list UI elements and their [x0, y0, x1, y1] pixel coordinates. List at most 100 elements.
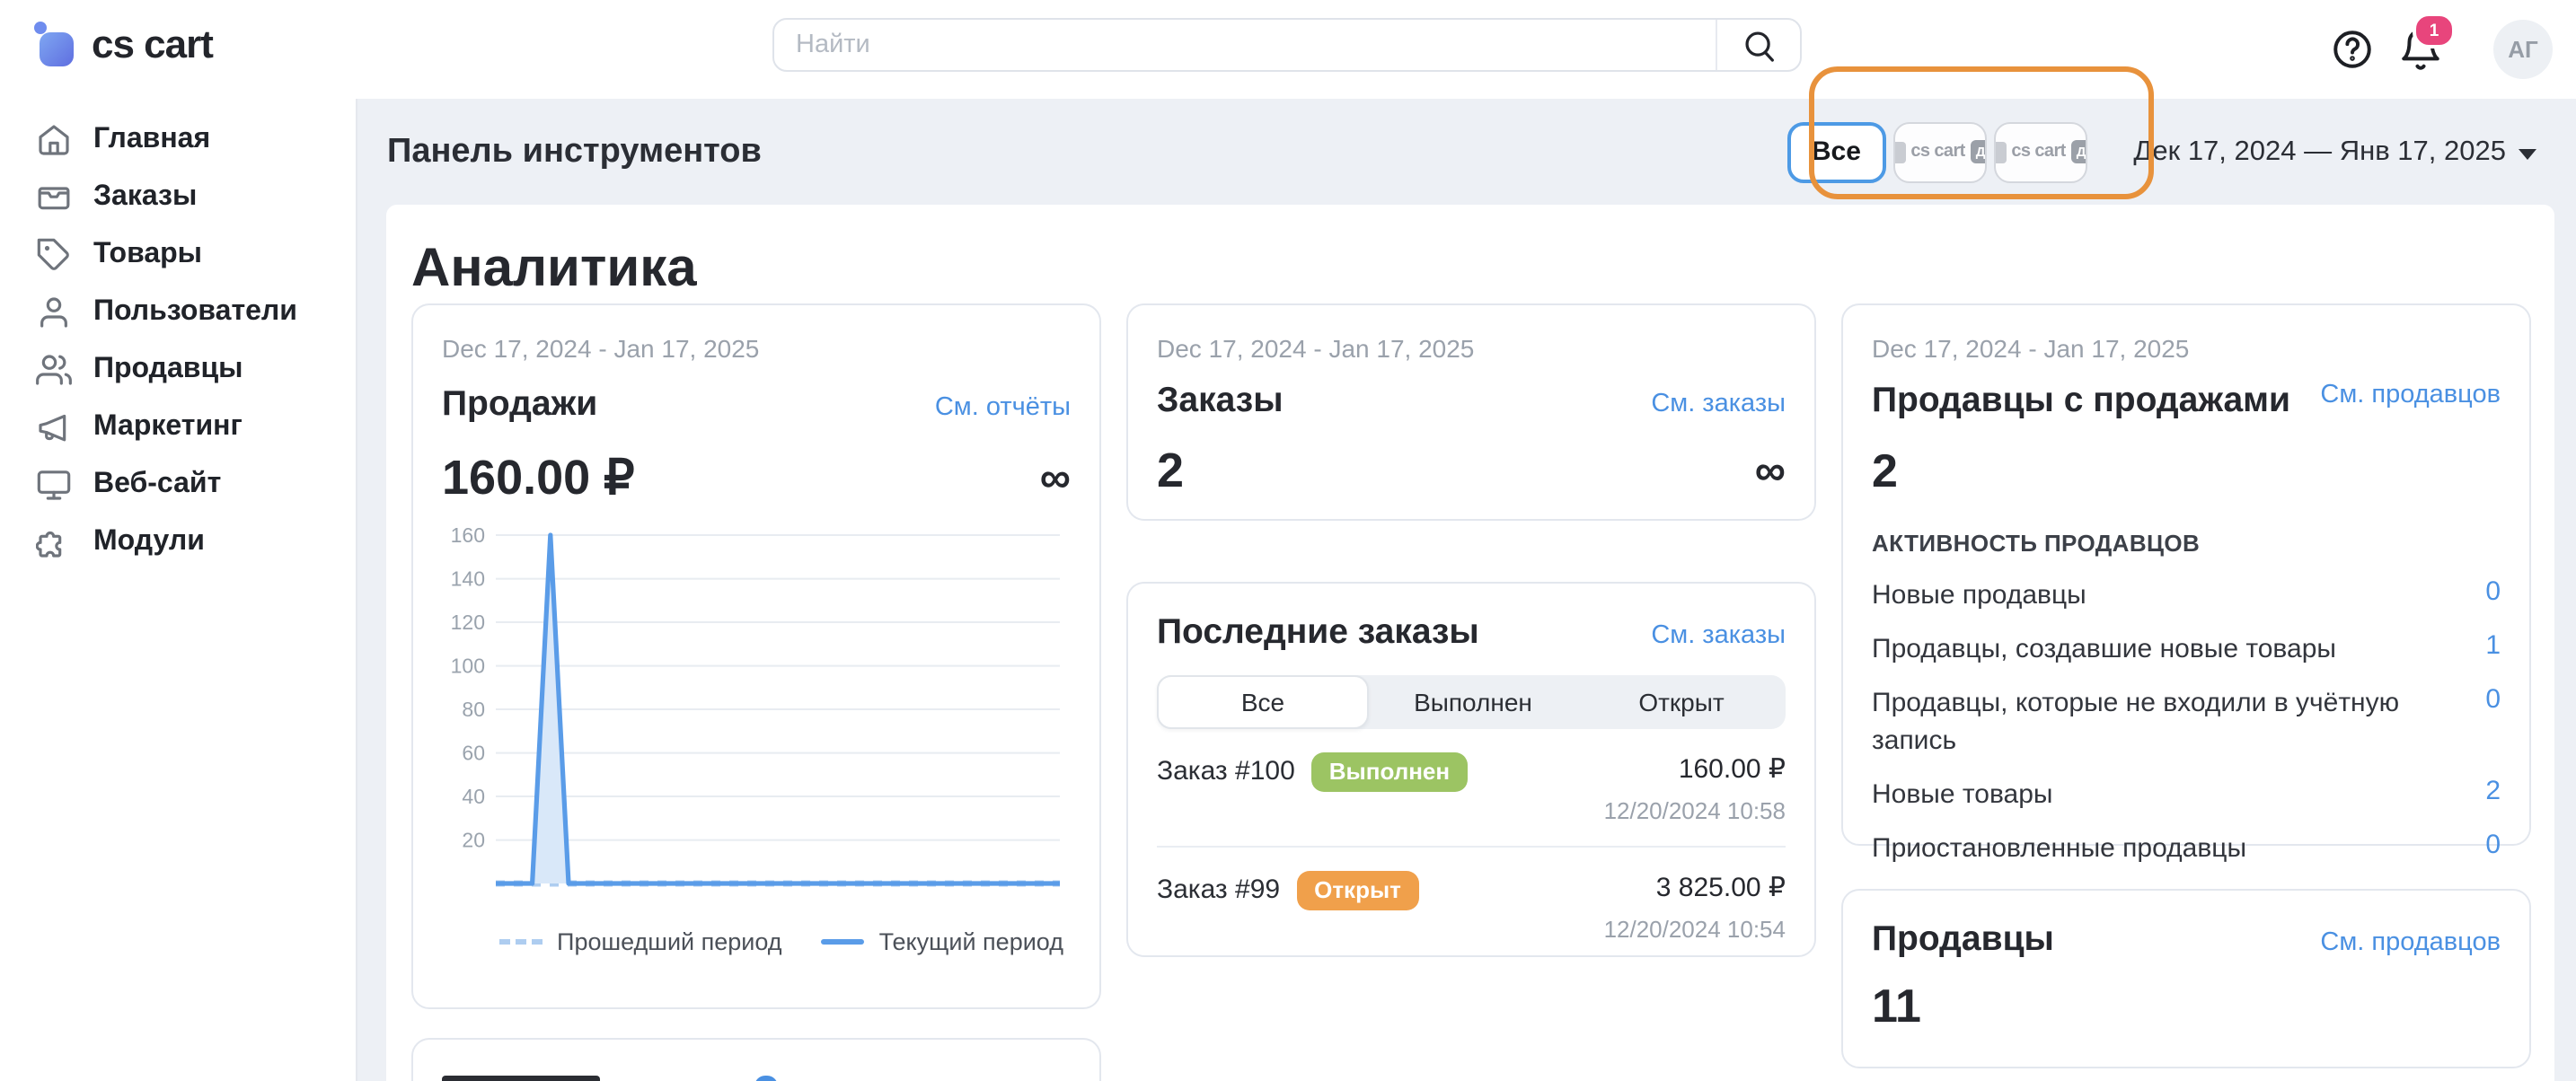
- vendors-sales-card: Dec 17, 2024 - Jan 17, 2025 Продавцы с п…: [1841, 303, 2531, 846]
- demo-badge: Демо: [2071, 140, 2087, 163]
- cs-cart-logo[interactable]: cs cart: [36, 22, 213, 68]
- help-button[interactable]: [2328, 25, 2375, 72]
- recent-orders-title: Последние заказы: [1157, 612, 1479, 654]
- infinity-comparison: ∞: [1040, 457, 1071, 500]
- sales-card: Dec 17, 2024 - Jan 17, 2025 Продажи См. …: [411, 303, 1101, 1009]
- users-icon: [36, 352, 72, 388]
- demo-badge: Демо: [1971, 140, 1987, 163]
- help-icon: [2329, 26, 2374, 71]
- column-3: Dec 17, 2024 - Jan 17, 2025 Продавцы с п…: [1841, 303, 2531, 1068]
- orders-value: 2: [1157, 444, 1184, 499]
- global-search: [772, 18, 1802, 72]
- partial-card-title-sliver: [442, 1076, 600, 1081]
- vendors-sales-value: 2: [1872, 444, 1898, 499]
- megaphone-icon: [36, 409, 72, 445]
- tab-open[interactable]: Открыт: [1577, 675, 1786, 729]
- avatar[interactable]: АГ: [2493, 20, 2553, 79]
- tab-completed[interactable]: Выполнен: [1369, 675, 1577, 729]
- content-panel: Аналитика Dec 17, 2024 - Jan 17, 2025 Пр…: [386, 205, 2554, 1081]
- vendors-card: Продавцы См. продавцов 11: [1841, 889, 2531, 1068]
- sidebar-item-modules[interactable]: Модули: [0, 514, 356, 571]
- recent-orders-card: Последние заказы См. заказы Все Выполнен…: [1126, 582, 1816, 957]
- search-icon: [1740, 26, 1778, 64]
- vendor-activity-list: Новые продавцы 0 Продавцы, создавшие нов…: [1872, 567, 2501, 874]
- order-status-tabs: Все Выполнен Открыт: [1157, 675, 1786, 729]
- date-range-picker[interactable]: Дек 17, 2024 — Янв 17, 2025: [2133, 136, 2536, 168]
- sales-value: 160.00 ₽: [442, 451, 635, 506]
- status-badge: Выполнен: [1311, 752, 1468, 792]
- see-vendors-link[interactable]: См. продавцов: [2320, 928, 2501, 957]
- sales-chart: 160 140 120 100 80 60 40 20: [442, 524, 1069, 912]
- chevron-down-icon: [2519, 148, 2536, 159]
- svg-text:100: 100: [451, 655, 485, 678]
- tab-all[interactable]: Все: [1157, 675, 1369, 729]
- card-period: Dec 17, 2024 - Jan 17, 2025: [1157, 334, 1786, 363]
- cs-cart-logo-icon: [36, 25, 75, 65]
- card-period: Dec 17, 2024 - Jan 17, 2025: [442, 334, 1071, 363]
- top-header: cs cart 1 АГ: [0, 0, 2576, 99]
- stat-row: Продавцы, создавшие новые товары 1: [1872, 621, 2501, 675]
- storefront-all-button[interactable]: Все: [1786, 121, 1885, 182]
- solid-line-swatch: [822, 939, 865, 945]
- stat-row: Продавцы, которые не входили в учётную з…: [1872, 675, 2501, 767]
- vendor-activity-section-title: АКТИВНОСТЬ ПРОДАВЦОВ: [1872, 530, 2501, 557]
- vendors-value: 11: [1872, 979, 1921, 1034]
- notifications-button[interactable]: 1: [2396, 25, 2443, 72]
- notification-count-badge: 1: [2413, 13, 2456, 48]
- order-row[interactable]: Заказ #99 Открыт 3 825.00 ₽ 12/20/2024 1…: [1157, 871, 1786, 943]
- legend-past-period: Прошедший период: [499, 928, 782, 955]
- puzzle-icon: [36, 524, 72, 560]
- store-logo-mark: [1892, 141, 1905, 163]
- see-reports-link[interactable]: См. отчёты: [935, 393, 1071, 422]
- see-orders-link[interactable]: См. заказы: [1651, 390, 1786, 418]
- sidebar-item-website[interactable]: Веб-сайт: [0, 456, 356, 514]
- svg-text:140: 140: [451, 567, 485, 591]
- search-button[interactable]: [1716, 20, 1800, 70]
- sidebar-item-orders[interactable]: Заказы: [0, 169, 356, 226]
- orders-card: Dec 17, 2024 - Jan 17, 2025 Заказы См. з…: [1126, 303, 1816, 521]
- stat-row: Новые продавцы 0: [1872, 567, 2501, 621]
- sidebar-item-home[interactable]: Главная: [0, 111, 356, 169]
- column-2: Dec 17, 2024 - Jan 17, 2025 Заказы См. з…: [1126, 303, 1816, 957]
- chart-legend: Прошедший период Текущий период: [442, 928, 1071, 955]
- partial-card-link-sliver: [754, 1076, 778, 1081]
- search-input[interactable]: [772, 18, 1802, 72]
- see-orders-link[interactable]: См. заказы: [1651, 621, 1786, 650]
- legend-current-period: Текущий период: [822, 928, 1063, 955]
- storefront-store2-button[interactable]: cs cart Демо: [1993, 121, 2086, 182]
- partial-card: [411, 1038, 1101, 1081]
- main-area: Панель инструментов Все cs cart Демо cs …: [358, 99, 2576, 1081]
- app-root: cs cart 1 АГ: [0, 0, 2576, 1081]
- analytics-title: Аналитика: [411, 233, 2531, 303]
- logo-text: cs cart: [92, 22, 213, 68]
- sidebar-item-vendors[interactable]: Продавцы: [0, 341, 356, 399]
- orders-inbox-icon: [36, 180, 72, 215]
- vendors-sales-title: Продавцы с продажами: [1872, 381, 2290, 422]
- sidebar-item-users[interactable]: Пользователи: [0, 284, 356, 341]
- svg-text:40: 40: [462, 785, 485, 808]
- svg-text:20: 20: [462, 829, 485, 852]
- tag-icon: [36, 237, 72, 273]
- dotted-line-swatch: [499, 939, 543, 945]
- see-vendors-link[interactable]: См. продавцов: [2320, 381, 2501, 409]
- user-icon: [36, 294, 72, 330]
- infinity-comparison: ∞: [1755, 450, 1786, 493]
- orders-card-title: Заказы: [1157, 381, 1284, 422]
- home-icon: [36, 122, 72, 158]
- monitor-icon: [36, 467, 72, 503]
- toolbar: Панель инструментов Все cs cart Демо cs …: [358, 99, 2576, 205]
- page-title: Панель инструментов: [387, 132, 762, 171]
- store-logo-mark: [1993, 141, 2006, 163]
- vendors-title: Продавцы: [1872, 919, 2054, 961]
- storefront-store1-button[interactable]: cs cart Демо: [1892, 121, 1986, 182]
- sidebar: Главная Заказы Товары Пользователи Прода…: [0, 99, 357, 1081]
- sidebar-item-products[interactable]: Товары: [0, 226, 356, 284]
- svg-text:60: 60: [462, 742, 485, 765]
- column-1: Dec 17, 2024 - Jan 17, 2025 Продажи См. …: [411, 303, 1101, 1081]
- status-badge: Открыт: [1296, 871, 1419, 910]
- sales-card-title: Продажи: [442, 384, 597, 426]
- svg-text:120: 120: [451, 611, 485, 634]
- svg-text:80: 80: [462, 698, 485, 721]
- sidebar-item-marketing[interactable]: Маркетинг: [0, 399, 356, 456]
- order-row[interactable]: Заказ #100 Выполнен 160.00 ₽ 12/20/2024 …: [1157, 752, 1786, 824]
